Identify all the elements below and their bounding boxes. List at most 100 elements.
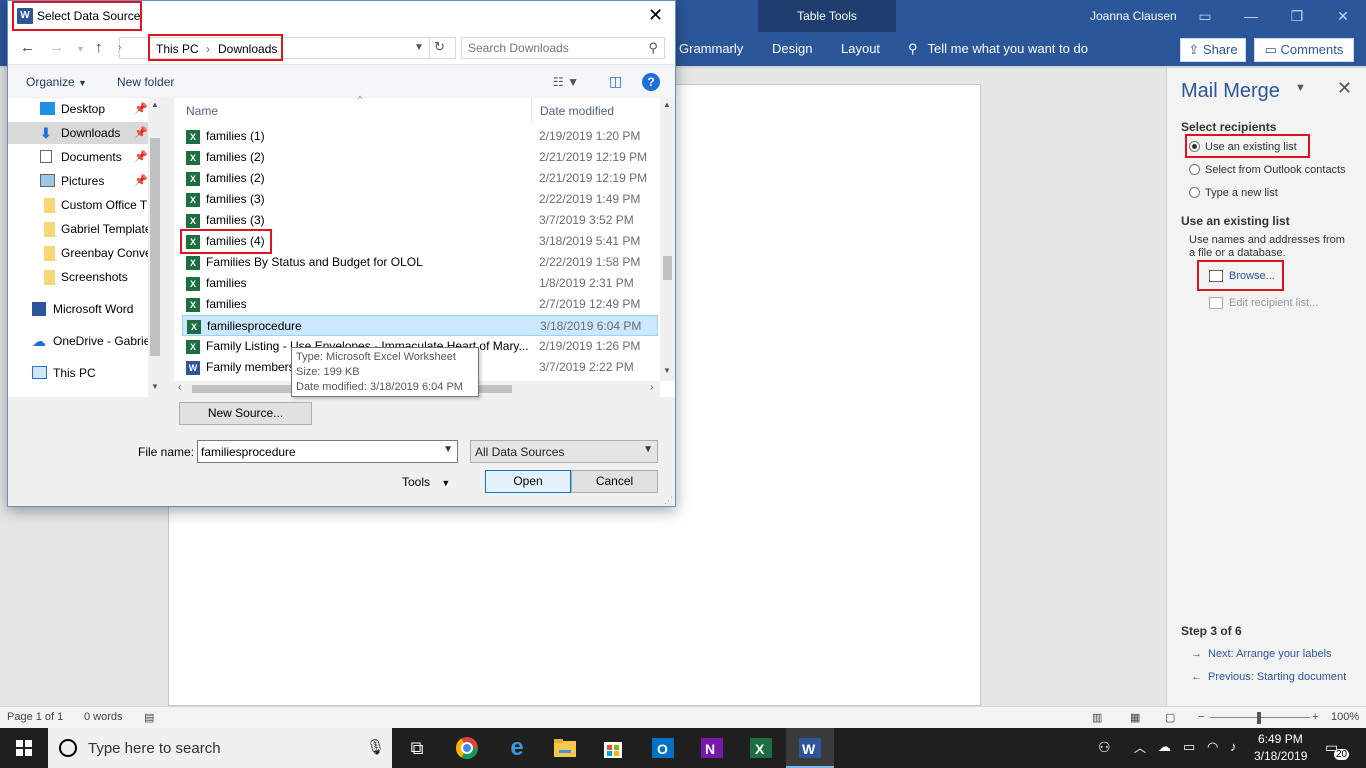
nav-item-this-pc[interactable]: This PC <box>8 362 148 384</box>
chrome-icon[interactable] <box>452 733 482 763</box>
chevron-down-icon[interactable]: ▼ <box>443 444 453 455</box>
close-icon[interactable]: ✕ <box>1320 0 1366 32</box>
nav-item-microsoft-word[interactable]: Microsoft Word <box>8 298 148 320</box>
file-row[interactable]: X Families By Status and Budget for OLOL 2… <box>182 252 658 273</box>
print-layout-icon[interactable]: ▦ <box>1130 711 1140 724</box>
scroll-right-icon[interactable]: › <box>650 382 653 393</box>
read-mode-icon[interactable]: ▥ <box>1092 711 1102 724</box>
taskbar-search[interactable]: Type here to search 🎙 <box>48 728 392 768</box>
people-icon[interactable]: ⚇ <box>1098 739 1111 756</box>
onedrive-tray-icon[interactable]: ☁ <box>1158 739 1171 755</box>
address-dropdown-icon[interactable]: ▼ <box>414 42 424 53</box>
outlook-icon[interactable]: O <box>648 733 678 763</box>
back-arrow-icon[interactable]: ← <box>20 39 35 56</box>
nav-item-onedrive[interactable]: ☁ OneDrive - Gabrie <box>8 330 148 352</box>
recent-dropdown-icon[interactable]: ▼ <box>76 44 85 54</box>
refresh-icon[interactable]: ↻ <box>429 38 449 58</box>
page-count[interactable]: Page 1 of 1 <box>7 711 63 723</box>
file-explorer-icon[interactable] <box>550 733 580 763</box>
task-view-icon[interactable]: ⧉ <box>402 733 432 763</box>
column-name-header[interactable]: Name <box>186 98 218 124</box>
nav-item-gabriel-template[interactable]: Gabriel Template <box>8 218 148 240</box>
nav-item-documents[interactable]: Documents 📌 <box>8 146 148 168</box>
microphone-icon[interactable]: 🎙 <box>366 738 385 756</box>
minimize-icon[interactable]: — <box>1228 0 1274 32</box>
file-name-input[interactable] <box>201 445 431 459</box>
file-row[interactable]: Xfamilies (2) 2/21/2019 12:19 PM <box>182 168 658 189</box>
preview-pane-icon[interactable]: ◫ <box>609 73 622 90</box>
scroll-up-icon[interactable]: ▲ <box>151 100 159 109</box>
tools-button[interactable]: Tools ▼ <box>402 475 450 489</box>
nav-item-screenshots[interactable]: Screenshots <box>8 266 148 288</box>
tell-me-box[interactable]: ⚲ Tell me what you want to do <box>908 32 1088 66</box>
nav-item-pictures[interactable]: Pictures 📌 <box>8 170 148 192</box>
nav-scrollbar-thumb[interactable] <box>150 138 160 356</box>
zoom-thumb[interactable] <box>1257 712 1261 724</box>
comments-button[interactable]: ▭ Comments <box>1254 38 1354 62</box>
new-folder-button[interactable]: New folder <box>117 75 174 89</box>
windows-start-icon[interactable] <box>0 728 48 768</box>
radio-type-new-list[interactable]: Type a new list <box>1189 184 1278 202</box>
battery-icon[interactable]: ▭ <box>1183 739 1195 755</box>
open-button[interactable]: Open <box>485 470 571 493</box>
ribbon-display-icon[interactable]: ▭ <box>1182 0 1228 32</box>
scroll-down-icon[interactable]: ▼ <box>663 366 671 375</box>
word-count[interactable]: 0 words <box>84 711 123 723</box>
cancel-button[interactable]: Cancel <box>571 470 658 493</box>
up-arrow-icon[interactable]: ↑ <box>95 39 103 56</box>
zoom-out-icon[interactable]: − <box>1198 711 1204 723</box>
nav-item-desktop[interactable]: Desktop 📌 <box>8 98 148 120</box>
web-layout-icon[interactable]: ▢ <box>1165 711 1175 724</box>
volume-icon[interactable]: ♪ <box>1230 739 1237 754</box>
file-row[interactable]: Xfamilies (3) 2/22/2019 1:49 PM <box>182 189 658 210</box>
file-name-combo[interactable]: ▼ <box>197 440 458 463</box>
scroll-up-icon[interactable]: ▲ <box>663 100 671 109</box>
zoom-in-icon[interactable]: + <box>1312 711 1318 723</box>
file-row[interactable]: Xfamiliesprocedure 3/18/2019 6:04 PM <box>182 315 658 336</box>
zoom-level[interactable]: 100% <box>1331 711 1359 723</box>
onenote-icon[interactable]: N <box>697 733 727 763</box>
column-divider[interactable] <box>531 98 532 124</box>
tray-overflow-icon[interactable]: ︿ <box>1134 739 1146 756</box>
edge-icon[interactable]: e <box>502 733 532 763</box>
column-date-header[interactable]: Date modified <box>540 98 614 124</box>
file-row[interactable]: Xfamilies (1) 2/19/2019 1:20 PM <box>182 126 658 147</box>
next-step-link[interactable]: → Next: Arrange your labels <box>1191 648 1332 660</box>
search-icon[interactable]: ⚲ <box>648 40 658 56</box>
pane-close-icon[interactable]: ✕ <box>1337 78 1352 99</box>
file-row[interactable]: Xfamilies 1/8/2019 2:31 PM <box>182 273 658 294</box>
new-source-button[interactable]: New Source... <box>179 402 312 425</box>
scroll-left-icon[interactable]: ‹ <box>178 382 181 393</box>
view-options-icon[interactable]: ☷ ▼ <box>553 75 579 89</box>
tab-design[interactable]: Design <box>772 32 812 66</box>
help-icon[interactable]: ? <box>642 73 660 91</box>
scroll-down-icon[interactable]: ▼ <box>151 382 159 391</box>
clock-time[interactable]: 6:49 PM <box>1258 732 1303 746</box>
clock-date[interactable]: 3/18/2019 <box>1254 749 1307 763</box>
vscroll-thumb[interactable] <box>663 256 672 280</box>
proofing-icon[interactable]: ▤ <box>144 711 154 724</box>
restore-icon[interactable]: ❐ <box>1274 0 1320 32</box>
file-row[interactable]: Xfamilies 2/7/2019 12:49 PM <box>182 294 658 315</box>
file-row[interactable]: Xfamilies (3) 3/7/2019 3:52 PM <box>182 210 658 231</box>
pane-options-icon[interactable]: ▼ <box>1295 82 1306 94</box>
search-downloads-input[interactable] <box>468 41 638 55</box>
search-downloads-box[interactable]: ⚲ <box>461 37 665 59</box>
organize-button[interactable]: Organize ▼ <box>26 75 87 89</box>
store-icon[interactable] <box>598 733 628 763</box>
user-name[interactable]: Joanna Clausen <box>1090 0 1177 32</box>
radio-outlook-contacts[interactable]: Select from Outlook contacts <box>1189 161 1346 179</box>
nav-scrollbar[interactable]: ▲ ▼ <box>148 98 162 397</box>
file-row[interactable]: Xfamilies (2) 2/21/2019 12:19 PM <box>182 147 658 168</box>
resize-grip-icon[interactable]: ⋰ <box>664 495 673 506</box>
word-taskbar-button[interactable]: W <box>786 728 834 768</box>
forward-arrow-icon[interactable]: → <box>49 39 64 56</box>
tab-layout[interactable]: Layout <box>841 32 880 66</box>
wifi-icon[interactable]: ◠ <box>1207 739 1218 755</box>
excel-icon[interactable]: X <box>746 733 776 763</box>
previous-step-link[interactable]: ← Previous: Starting document <box>1191 671 1346 683</box>
nav-item-downloads[interactable]: ⬇ Downloads 📌 <box>8 122 148 144</box>
file-type-dropdown[interactable]: All Data Sources ▼ <box>470 440 658 463</box>
tab-grammarly[interactable]: Grammarly <box>679 32 743 66</box>
nav-item-custom-office[interactable]: Custom Office T <box>8 194 148 216</box>
